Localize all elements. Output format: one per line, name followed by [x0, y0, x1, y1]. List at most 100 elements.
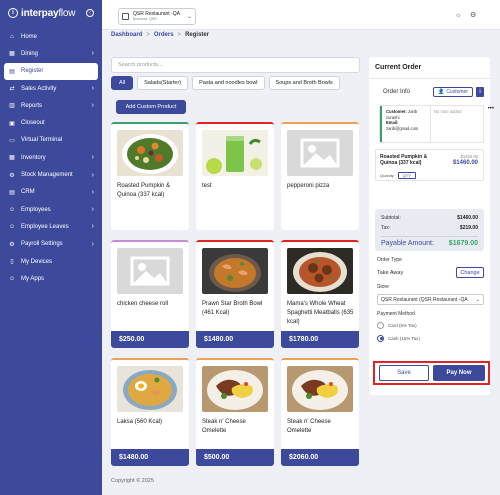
- product-name: chicken cheese roll: [117, 301, 169, 307]
- sidebar-item-employee-leaves[interactable]: ☺ Employee Leaves ›: [0, 218, 102, 235]
- chevron-right-icon: ›: [91, 240, 94, 248]
- category-tab[interactable]: Soups and Broth Bowls: [268, 76, 340, 90]
- product-image: [202, 248, 268, 294]
- sidebar-item-stock-management[interactable]: ⚙ Stock Management ›: [0, 166, 102, 183]
- sidebar-item-label: Register: [21, 68, 44, 75]
- line-item-name: Roasted Pumpkin & Quinoa (337 kcal): [380, 154, 428, 166]
- sidebar-item-virtual-terminal[interactable]: ▭ Virtual Terminal: [0, 132, 102, 149]
- product-card[interactable]: Steak n' Cheese Omelette $500.00: [196, 358, 274, 466]
- category-tabs: All Salads(Starter) Pasta and noodles bowl…: [111, 76, 363, 91]
- product-price: $250.00: [111, 331, 189, 348]
- sidebar-item-sales-activity[interactable]: ⇄ Sales Activity ›: [0, 80, 102, 97]
- sidebar-item-register[interactable]: ▤ Register: [4, 62, 98, 80]
- radio-card[interactable]: [377, 321, 384, 329]
- product-price: $1480.00: [196, 331, 274, 348]
- store-selector[interactable]: QSR Restaurant -QA Business: QSR ⌄: [118, 8, 196, 25]
- info-icon[interactable]: i: [476, 87, 484, 97]
- customer-button[interactable]: 👤 Customer: [433, 87, 473, 97]
- employees-icon: ☺: [8, 206, 16, 213]
- product-name: Steak n' Cheese Omelette: [202, 419, 246, 434]
- chevron-down-icon: ⌄: [186, 14, 192, 20]
- add-custom-product-button[interactable]: Add Custom Product: [116, 100, 186, 114]
- product-card[interactable]: Roasted Pumpkin & Quinoa (337 kcal): [111, 122, 189, 230]
- product-image: [287, 366, 353, 412]
- save-button[interactable]: Save: [379, 365, 429, 381]
- product-image: [117, 130, 183, 176]
- product-card[interactable]: pepperoni pizza: [281, 122, 359, 230]
- change-order-type-button[interactable]: Change: [456, 267, 484, 278]
- order-info-label: Order Info: [383, 89, 411, 95]
- leaves-icon: ☺: [8, 223, 16, 230]
- sidebar-item-employees[interactable]: ☺ Employees ›: [0, 201, 102, 218]
- product-image: [202, 366, 268, 412]
- stock-icon: ⚙: [9, 172, 15, 179]
- payment-cash-option[interactable]: Cash (15% Tax): [377, 333, 484, 343]
- breadcrumb: Dashboard > Orders > Register: [111, 32, 210, 38]
- product-card[interactable]: Laksa (560 Kcal) $1480.00: [111, 358, 189, 466]
- settings-icon[interactable]: ⚙: [470, 12, 477, 19]
- sidebar-item-inventory[interactable]: ▦ Inventory ›: [0, 149, 102, 166]
- sidebar: i interpayflow ‹ ⌂ Home ▦ Dining › ▤ Register ⇄…: [0, 0, 102, 495]
- line-item-unit-price: $1460.00: [460, 154, 478, 159]
- order-type-label: Order Type: [377, 257, 402, 263]
- product-card[interactable]: chicken cheese roll $250.00: [111, 240, 189, 348]
- chevron-right-icon: ›: [91, 50, 94, 58]
- line-item-price: $1460.00: [452, 160, 478, 166]
- placeholder-image-icon: [287, 130, 353, 176]
- payment-card-option[interactable]: Card (6% Tax): [377, 320, 484, 330]
- sidebar-item-my-apps[interactable]: ☺ My Apps: [0, 270, 102, 287]
- product-card[interactable]: Steak n' Cheese Omelette $2060.00: [281, 358, 359, 466]
- tax-value: $219.00: [459, 225, 478, 231]
- chevron-right-icon: ›: [91, 206, 94, 214]
- sidebar-item-dining[interactable]: ▦ Dining ›: [0, 45, 102, 62]
- category-tab[interactable]: All: [111, 76, 134, 90]
- crm-icon: ▤: [9, 189, 15, 196]
- sidebar-item-label: Stock Management: [21, 172, 73, 179]
- sidebar-item-label: Employee Leaves: [21, 223, 69, 230]
- order-type-value: Take Away: [377, 269, 404, 276]
- sidebar-item-label: Inventory: [21, 154, 46, 161]
- dining-icon: ▦: [9, 51, 15, 58]
- sidebar-item-label: My Devices: [21, 258, 53, 265]
- customer-card: Customer: zarib zurashi Email: zarib@gma…: [379, 105, 484, 143]
- product-card[interactable]: Prawn Star Broth Bowl (461 Kcal) $1480.00: [196, 240, 274, 348]
- product-name: Prawn Star Broth Bowl (461 Kcal): [202, 301, 263, 316]
- category-tab[interactable]: Pasta and noodles bowl: [192, 76, 265, 90]
- chevron-down-icon: ⌄: [475, 296, 480, 303]
- terminal-icon: ▭: [9, 137, 15, 144]
- qty-button[interactable]: QTY: [397, 172, 416, 179]
- order-line-item[interactable]: Roasted Pumpkin & Quinoa (337 kcal) $146…: [375, 149, 484, 181]
- order-note: No note added: [430, 106, 483, 142]
- product-card[interactable]: Mama's Whole Wheat Spaghetti Meatballs (…: [281, 240, 359, 348]
- brand-name: interpayflow: [21, 7, 76, 19]
- product-card[interactable]: test: [196, 122, 274, 230]
- product-image: [287, 248, 353, 294]
- breadcrumb-orders[interactable]: Orders: [154, 32, 174, 38]
- pay-now-button[interactable]: Pay Now: [433, 365, 485, 381]
- sidebar-item-reports[interactable]: ▥ Reports ›: [0, 97, 102, 114]
- more-options-icon[interactable]: •••: [488, 106, 494, 112]
- chevron-right-icon: ›: [91, 85, 94, 93]
- product-price: $1780.00: [281, 331, 359, 348]
- breadcrumb-dashboard[interactable]: Dashboard: [111, 32, 142, 38]
- chevron-right-icon: ›: [91, 223, 94, 231]
- sidebar-item-closeout[interactable]: ▣ Closeout: [0, 114, 102, 131]
- sidebar-toggle-icon[interactable]: ‹: [86, 9, 94, 17]
- product-name: Steak n' Cheese Omelette: [287, 419, 331, 434]
- sidebar-item-label: Home: [21, 33, 38, 40]
- sidebar-item-home[interactable]: ⌂ Home: [0, 28, 102, 45]
- sidebar-item-label: My Apps: [21, 275, 45, 282]
- search-input[interactable]: [111, 57, 360, 73]
- theme-toggle-icon[interactable]: ☼: [455, 12, 462, 19]
- sidebar-item-payroll-settings[interactable]: ⚙ Payroll Settings ›: [0, 236, 102, 253]
- sidebar-item-label: Employees: [21, 206, 51, 213]
- sidebar-item-crm[interactable]: ▤ CRM ›: [0, 184, 102, 201]
- category-tab[interactable]: Salads(Starter): [137, 76, 189, 90]
- sidebar-item-my-devices[interactable]: ▯ My Devices: [0, 253, 102, 270]
- radio-cash[interactable]: [377, 334, 384, 342]
- home-icon: ⌂: [10, 33, 14, 40]
- product-price: $2060.00: [281, 449, 359, 466]
- payroll-icon: ⚙: [9, 241, 15, 248]
- user-plus-icon: 👤: [438, 89, 445, 95]
- store-dropdown[interactable]: QSR Restaurant (QSR Restaurant -QA ⌄: [377, 294, 484, 305]
